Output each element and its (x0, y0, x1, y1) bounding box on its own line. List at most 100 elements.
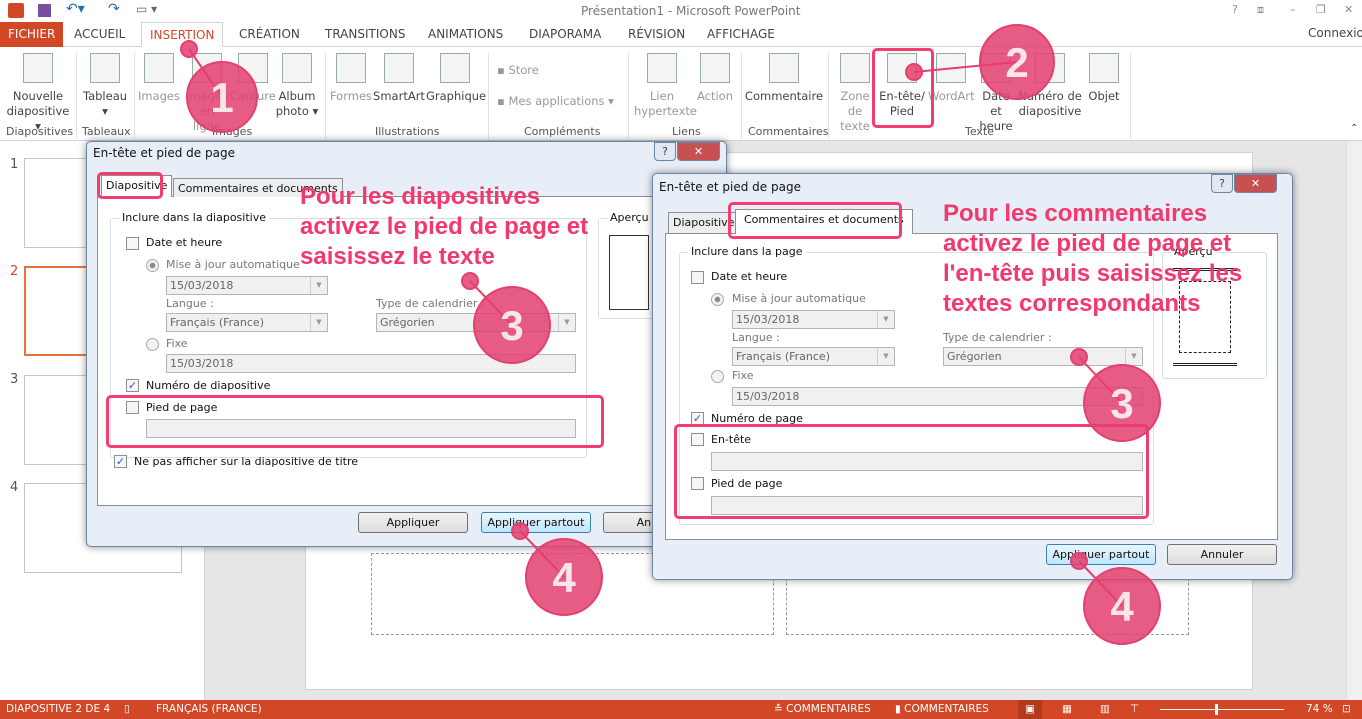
comment-button[interactable]: Commentaire (744, 53, 824, 104)
tab-insertion[interactable]: INSERTION (141, 22, 224, 48)
date-time-label: Date et heure (146, 236, 223, 249)
zoom-level[interactable]: 74 % (1306, 700, 1333, 719)
images-button[interactable]: Images (136, 53, 182, 104)
zoom-slider[interactable] (1160, 704, 1284, 715)
highlight-footer-section (106, 395, 604, 448)
language-select[interactable]: Français (France) ▼ (166, 313, 328, 332)
tab-diaporama[interactable]: DIAPORAMA (521, 22, 609, 47)
tab-fichier[interactable]: FICHIER (0, 22, 64, 47)
dropdown-arrow-icon: ▼ (877, 311, 894, 328)
chart-button[interactable]: Graphique (426, 53, 486, 104)
highlight-header-footer-section (674, 424, 1149, 519)
hide-on-title-label: Ne pas afficher sur la diapositive de ti… (134, 455, 359, 468)
capture-button[interactable]: Capture (230, 53, 276, 104)
connexion-link[interactable]: Connexion (1308, 26, 1362, 40)
date-select[interactable]: 15/03/2018 ▼ (166, 276, 328, 295)
tab-creation[interactable]: CRÉATION (231, 22, 308, 47)
maximize-button[interactable]: ❐ (1316, 3, 1326, 16)
tab-revision[interactable]: RÉVISION (620, 22, 693, 47)
auto-update-radio[interactable] (711, 293, 724, 306)
my-apps-button[interactable]: ▪ Mes applications ▾ (497, 94, 614, 109)
slide-number-button[interactable]: Numéro de diapositive (1018, 53, 1082, 119)
highlight-tab-diapositive (97, 172, 163, 199)
date-time-button[interactable]: Date et heure (975, 53, 1017, 134)
store-button[interactable]: ▪ Store (497, 63, 539, 78)
calendar-icon (981, 53, 1011, 83)
fixed-date-input[interactable]: 15/03/2018 (166, 354, 576, 373)
notes-button[interactable]: ≛ COMMENTAIRES (774, 700, 871, 719)
fixed-radio[interactable] (711, 370, 724, 383)
auto-update-label: Mise à jour automatique (732, 292, 866, 305)
slideshow-icon[interactable]: ▭ ▾ (136, 2, 157, 16)
online-images-button[interactable]: Images en ligne (184, 53, 230, 134)
help-button[interactable]: ? (1232, 3, 1238, 16)
tab-animations[interactable]: ANIMATIONS (420, 22, 511, 47)
language-select[interactable]: Français (France) ▼ (732, 347, 895, 366)
date-select[interactable]: 15/03/2018 ▼ (732, 310, 895, 329)
cancel-button[interactable]: Annuler (1167, 544, 1277, 565)
dropdown-arrow-icon: ▼ (310, 277, 327, 294)
smartart-icon (384, 53, 414, 83)
help-button[interactable]: ? (654, 142, 676, 161)
slide-number-checkbox[interactable]: ✓ (126, 379, 139, 392)
group-label-illustrations: Illustrations (375, 125, 440, 138)
group-label-images: Images (212, 125, 253, 138)
wordart-button[interactable]: WordArt (928, 53, 975, 104)
object-button[interactable]: Objet (1084, 53, 1124, 104)
save-icon[interactable] (38, 4, 51, 17)
close-button[interactable]: ✕ (1344, 3, 1353, 16)
ribbon-display-button[interactable]: ⧈ (1257, 3, 1264, 17)
tab-accueil[interactable]: ACCUEIL (66, 22, 133, 47)
apply-all-button[interactable]: Appliquer partout (1046, 544, 1156, 565)
minimize-button[interactable]: – (1290, 3, 1296, 16)
collapse-ribbon-icon[interactable]: ⌃ (1350, 123, 1358, 134)
apply-button[interactable]: Appliquer (358, 512, 468, 533)
date-time-checkbox[interactable] (126, 237, 139, 250)
annotation-text-slides: Pour les diapositives activez le pied de… (300, 183, 589, 270)
textbox-button[interactable]: Zone de texte (834, 53, 876, 134)
fixed-label: Fixe (732, 369, 754, 382)
group-label-texte: Texte (965, 125, 995, 138)
wordart-icon (936, 53, 966, 83)
apply-all-button[interactable]: Appliquer partout (481, 512, 591, 533)
slide-sorter-icon[interactable]: ▦ (1062, 700, 1072, 719)
hyperlink-button[interactable]: Lien hypertexte (634, 53, 697, 119)
comment-icon (769, 53, 799, 83)
language-label: Langue : (732, 331, 780, 344)
tab-transitions[interactable]: TRANSITIONS (317, 22, 413, 47)
close-button[interactable]: ✕ (1234, 174, 1277, 193)
spellcheck-icon[interactable]: ▯ (124, 700, 130, 719)
highlight-header-footer-button (872, 48, 934, 128)
redo-icon[interactable]: ↷ (108, 1, 120, 17)
smartart-button[interactable]: SmartArt (373, 53, 425, 104)
preview-label: Aperçu (607, 211, 652, 224)
date-time-checkbox[interactable] (691, 271, 704, 284)
fixed-radio[interactable] (146, 338, 159, 351)
album-button[interactable]: Album photo ▾ (274, 53, 320, 119)
slideshow-view-icon[interactable]: ⊤ (1130, 700, 1139, 719)
zoom-slider-thumb[interactable] (1215, 704, 1218, 715)
table-button[interactable]: Tableau ▾ (80, 53, 130, 119)
vertical-scrollbar[interactable] (1346, 141, 1362, 700)
close-button[interactable]: ✕ (677, 142, 720, 161)
undo-icon[interactable]: ↶▾ (66, 1, 85, 17)
reading-view-icon[interactable]: ▥ (1100, 700, 1110, 719)
auto-update-radio[interactable] (146, 259, 159, 272)
calendar-select[interactable]: Grégorien ▼ (943, 347, 1143, 366)
calendar-select[interactable]: Grégorien ▼ (376, 313, 576, 332)
tab-affichage[interactable]: AFFICHAGE (699, 22, 783, 47)
status-bar: DIAPOSITIVE 2 DE 4 ▯ FRANÇAIS (FRANCE) ≛… (0, 700, 1362, 719)
normal-view-icon[interactable]: ▣ (1018, 700, 1042, 719)
new-slide-button[interactable]: Nouvelle diapositive ▾ (4, 53, 72, 134)
language-indicator[interactable]: FRANÇAIS (FRANCE) (156, 700, 262, 719)
comments-button[interactable]: ▮ COMMENTAIRES (895, 700, 989, 719)
dropdown-arrow-icon: ▼ (877, 348, 894, 365)
auto-update-label: Mise à jour automatique (166, 258, 300, 271)
shapes-button[interactable]: Formes (328, 53, 374, 104)
fit-slide-icon[interactable]: ⊡ (1342, 700, 1351, 719)
highlight-tab-commentaires (728, 202, 902, 239)
hide-on-title-checkbox[interactable]: ✓ (114, 455, 127, 468)
action-button[interactable]: Action (692, 53, 738, 104)
help-button[interactable]: ? (1211, 174, 1233, 193)
fixed-date-input[interactable]: 15/03/2018 (732, 387, 1143, 406)
